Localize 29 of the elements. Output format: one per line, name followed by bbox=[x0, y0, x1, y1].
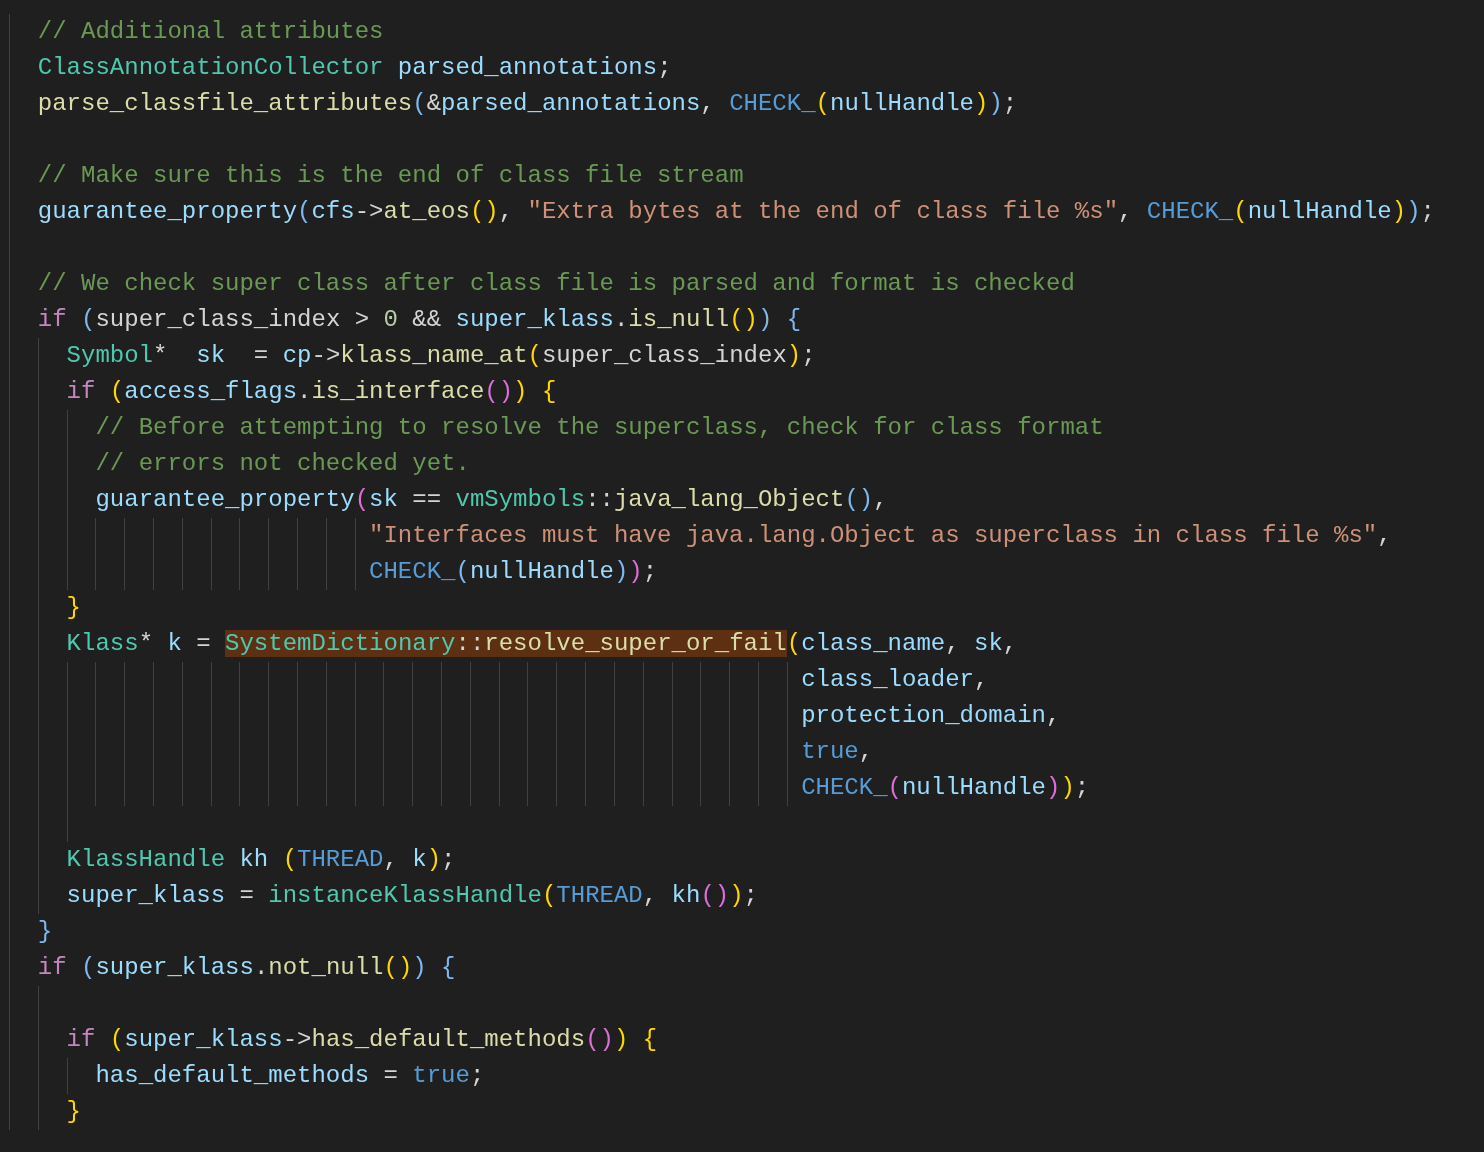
code-line: } bbox=[37, 918, 53, 945]
code-line: KlassHandle kh (THREAD, k); bbox=[66, 846, 456, 873]
code-line: ClassAnnotationCollector parsed_annotations; bbox=[37, 54, 672, 81]
code-comment: // errors not checked yet. bbox=[95, 450, 470, 477]
code-line: CHECK_(nullHandle)); bbox=[369, 558, 658, 585]
code-comment: // Additional attributes bbox=[37, 18, 384, 45]
code-comment: // We check super class after class file is parsed and format is checked bbox=[37, 270, 1075, 297]
code-line: "Interfaces must have java.lang.Object as superclass in class file %s", bbox=[369, 522, 1392, 549]
code-line: if (access_flags.is_interface()) { bbox=[66, 378, 557, 405]
code-line: protection_domain, bbox=[801, 702, 1061, 729]
code-text: Klass* k = bbox=[66, 630, 212, 657]
code-line: has_default_methods = true; bbox=[95, 1062, 485, 1089]
code-line: parse_classfile_attributes(&parsed_annotations, CHECK_(nullHandle)); bbox=[37, 90, 1018, 117]
code-line: if (super_klass->has_default_methods()) { bbox=[66, 1026, 658, 1053]
code-line: } bbox=[66, 1098, 81, 1125]
code-line: guarantee_property(sk == vmSymbols::java_lang_Object(), bbox=[95, 486, 888, 513]
code-line: super_klass = instanceKlassHandle(THREAD, kh()); bbox=[66, 882, 758, 909]
code-line: if (super_klass.not_null()) { bbox=[37, 954, 456, 981]
code-text: (class_name, sk, bbox=[786, 630, 1018, 657]
code-line: if (super_class_index > 0 && super_klass.is_null()) { bbox=[37, 306, 802, 333]
code-line: class_loader, bbox=[801, 666, 989, 693]
code-line: true, bbox=[801, 738, 874, 765]
code-line: Symbol* sk = cp->klass_name_at(super_class_index); bbox=[66, 342, 816, 369]
code-line: } bbox=[66, 594, 81, 621]
code-comment: // Before attempting to resolve the superclass, check for class format bbox=[95, 414, 1104, 441]
code-line: guarantee_property(cfs->at_eos(), "Extra bytes at the end of class file %s", CHECK_(nullHandle)); bbox=[37, 198, 1435, 225]
code-comment: // Make sure this is the end of class file stream bbox=[37, 162, 744, 189]
code-line: CHECK_(nullHandle)); bbox=[801, 774, 1090, 801]
highlighted-symbol: SystemDictionary::resolve_super_or_fail bbox=[225, 630, 787, 657]
